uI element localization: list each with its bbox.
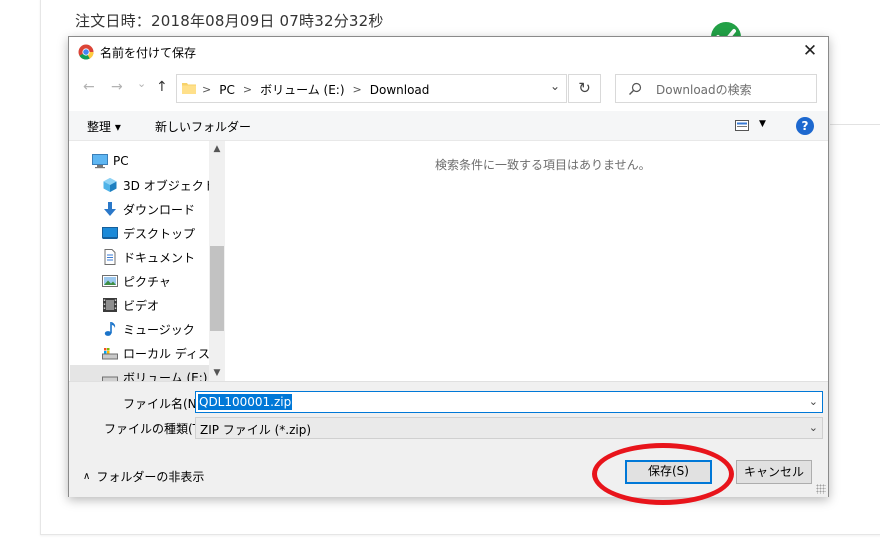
order-date-text: 注文日時：2018年08月09日 07時32分32秒: [75, 12, 384, 30]
chevron-up-icon: ∧: [83, 471, 91, 482]
breadcrumb: > PC > ボリューム (E:) > Download: [202, 81, 429, 98]
breadcrumb-separator[interactable]: >: [353, 83, 362, 96]
sidebar-item-label: デスクトップ: [123, 226, 196, 241]
desktop-icon: [102, 227, 118, 239]
empty-results-message: 検索条件に一致する項目はありません。: [435, 158, 651, 172]
search-icon: [629, 82, 642, 95]
sidebar-item-videos[interactable]: ビデオ: [102, 293, 226, 317]
sidebar-item-music[interactable]: ミュージック: [102, 317, 226, 341]
back-arrow-icon[interactable]: ←: [83, 79, 95, 95]
sidebar-item-desktop[interactable]: デスクトップ: [102, 221, 226, 245]
sidebar-item-label: ピクチャ: [123, 274, 171, 289]
hide-folders-button[interactable]: ∧ フォルダーの非表示: [83, 468, 204, 485]
command-toolbar: 整理 ▾ 新しいフォルダー ▼ ?: [69, 111, 828, 141]
view-options-icon[interactable]: [735, 120, 749, 131]
highlight-ring: [592, 443, 734, 505]
up-arrow-icon[interactable]: ↑: [156, 79, 168, 95]
filetype-dropdown-icon[interactable]: ⌄: [809, 421, 818, 434]
breadcrumb-separator[interactable]: >: [243, 83, 252, 96]
pictures-icon: [102, 275, 118, 287]
address-dropdown-icon[interactable]: ⌄: [550, 79, 560, 93]
filename-dropdown-icon[interactable]: ⌄: [809, 395, 818, 408]
filename-label: ファイル名(N):: [123, 397, 206, 411]
resize-grip-icon[interactable]: [816, 484, 826, 494]
filetype-value: ZIP ファイル (*.zip): [200, 423, 312, 437]
breadcrumb-pc[interactable]: PC: [219, 83, 235, 97]
chrome-icon: [78, 44, 94, 60]
filename-value: QDL100001.zip: [198, 394, 293, 410]
dialog-titlebar[interactable]: 名前を付けて保存 ✕: [69, 37, 828, 67]
sidebar-item-pc[interactable]: PC: [92, 149, 226, 173]
sidebar-item-label: ドキュメント: [123, 250, 196, 265]
3d-objects-icon: [103, 178, 117, 192]
navigation-pane: PC 3D オブジェクト ダウンロード デスクトップ ドキュメント ピクチャ ビ…: [70, 141, 226, 381]
folder-icon: [182, 83, 196, 94]
sidebar-item-label: ビデオ: [123, 298, 160, 313]
dialog-title: 名前を付けて保存: [100, 46, 197, 60]
sidebar-item-local-disk-c[interactable]: ローカル ディスク (C: [102, 341, 226, 365]
refresh-button[interactable]: ↻: [568, 74, 601, 103]
music-icon: [104, 322, 116, 336]
search-placeholder: Downloadの検索: [656, 83, 752, 97]
download-icon: [104, 202, 116, 216]
video-icon: [103, 298, 117, 312]
sidebar-item-label: ミュージック: [123, 322, 195, 337]
breadcrumb-volume-e[interactable]: ボリューム (E:): [260, 81, 344, 98]
scroll-thumb[interactable]: [210, 246, 224, 331]
forward-arrow-icon[interactable]: →: [111, 79, 123, 95]
hide-folders-label: フォルダーの非表示: [96, 470, 205, 484]
new-folder-button[interactable]: 新しいフォルダー: [155, 118, 251, 135]
recent-locations-icon[interactable]: ⌄: [137, 77, 146, 90]
scroll-up-arrow-icon[interactable]: ▲: [209, 141, 225, 157]
search-input[interactable]: Downloadの検索: [615, 74, 817, 103]
sidebar-item-label: 3D オブジェクト: [123, 178, 216, 193]
sidebar-item-documents[interactable]: ドキュメント: [102, 245, 226, 269]
scroll-down-arrow-icon[interactable]: ▼: [209, 365, 225, 381]
sidebar-item-downloads[interactable]: ダウンロード: [102, 197, 226, 221]
sidebar-item-3d-objects[interactable]: 3D オブジェクト: [102, 173, 226, 197]
filetype-label: ファイルの種類(T):: [104, 422, 209, 436]
sidebar-item-pictures[interactable]: ピクチャ: [102, 269, 226, 293]
address-bar[interactable]: > PC > ボリューム (E:) > Download ⌄: [176, 74, 567, 103]
navigation-scrollbar[interactable]: ▲ ▼: [209, 141, 225, 381]
sidebar-item-volume-e[interactable]: ボリューム (E:): [70, 365, 210, 381]
filetype-select[interactable]: ZIP ファイル (*.zip) ⌄: [195, 417, 823, 439]
save-as-dialog: 名前を付けて保存 ✕ ← → ⌄ ↑ > PC > ボリューム (E:) > D…: [68, 36, 829, 497]
background-divider: [830, 124, 880, 125]
document-icon: [104, 249, 116, 265]
breadcrumb-separator: >: [202, 83, 212, 96]
sidebar-item-label: ボリューム (E:): [123, 370, 208, 382]
view-dropdown-icon[interactable]: ▼: [759, 119, 766, 129]
close-button[interactable]: ✕: [798, 41, 822, 63]
filename-input[interactable]: QDL100001.zip ⌄: [195, 391, 823, 413]
sidebar-item-label: ダウンロード: [123, 202, 196, 217]
drive-icon: [102, 376, 118, 381]
organize-menu-button[interactable]: 整理 ▾: [87, 118, 121, 135]
local-disk-icon: [102, 348, 118, 360]
help-icon[interactable]: ?: [796, 117, 814, 135]
pc-icon: [92, 154, 108, 169]
cancel-button[interactable]: キャンセル: [736, 460, 812, 484]
breadcrumb-download[interactable]: Download: [370, 83, 430, 97]
sidebar-item-label: PC: [113, 154, 129, 168]
